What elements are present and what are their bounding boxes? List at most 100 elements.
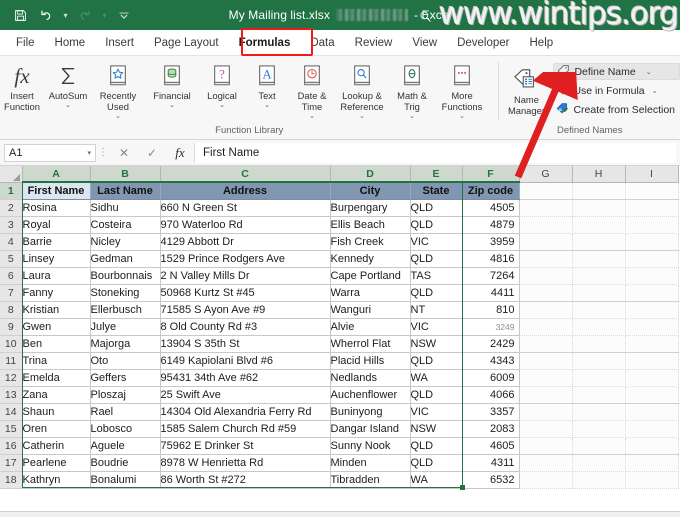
row-header-9[interactable]: 9 [0,318,23,336]
cell-e13[interactable]: QLD [410,386,463,404]
chevron-down-icon[interactable]: ⌄ [359,112,365,120]
cell-e5[interactable]: QLD [410,250,463,268]
cell-h18[interactable] [572,471,626,489]
cell-b7[interactable]: Stoneking [90,284,161,302]
cell-h14[interactable] [572,403,626,421]
name-box[interactable]: A1 ▾ [4,143,96,162]
cell-i1[interactable] [625,182,679,200]
formula-input[interactable]: First Name [194,142,676,163]
cell-f12[interactable]: 6009 [462,369,520,387]
cell-f18[interactable]: 6532 [462,471,520,489]
cell-g14[interactable] [519,403,573,421]
cell-i5[interactable] [625,250,679,268]
row-header-18[interactable]: 18 [0,471,23,489]
cell-d15[interactable]: Dangar Island [330,420,411,438]
cell-d16[interactable]: Sunny Nook [330,437,411,455]
chevron-down-icon[interactable]: ⌄ [652,87,658,95]
tab-view[interactable]: View [402,30,447,55]
cell-g2[interactable] [519,199,573,217]
chevron-down-icon[interactable]: ⌄ [409,112,415,120]
row-header-1[interactable]: 1 [0,182,23,200]
row-header-17[interactable]: 17 [0,454,23,472]
cell-h17[interactable] [572,454,626,472]
tab-insert[interactable]: Insert [95,30,144,55]
cell-e6[interactable]: TAS [410,267,463,285]
cell-i6[interactable] [625,267,679,285]
recently-used-button[interactable]: Recently Used ⌄ [91,60,145,120]
cell-e16[interactable]: QLD [410,437,463,455]
cell-d18[interactable]: Tibradden [330,471,411,489]
cell-c3[interactable]: 970 Waterloo Rd [160,216,331,234]
row-header-5[interactable]: 5 [0,250,23,268]
use-in-formula-button[interactable]: fx Use in Formula ⌄ [553,82,680,99]
autosum-button[interactable]: AutoSum ⌄ [45,60,91,109]
cell-f5[interactable]: 4816 [462,250,520,268]
cell-e8[interactable]: NT [410,301,463,319]
insert-function-icon[interactable]: fx [166,143,194,163]
cell-d7[interactable]: Warra [330,284,411,302]
cell-a15[interactable]: Oren [22,420,91,438]
chevron-down-icon[interactable]: ⌄ [264,101,270,109]
row-header-4[interactable]: 4 [0,233,23,251]
row-header-6[interactable]: 6 [0,267,23,285]
cell-e11[interactable]: QLD [410,352,463,370]
column-header-a[interactable]: A [22,166,91,183]
cell-f4[interactable]: 3959 [462,233,520,251]
row-header-7[interactable]: 7 [0,284,23,302]
cell-g10[interactable] [519,335,573,353]
cell-f17[interactable]: 4311 [462,454,520,472]
cell-g1[interactable] [519,182,573,200]
cell-e14[interactable]: VIC [410,403,463,421]
cell-b13[interactable]: Ploszaj [90,386,161,404]
row-header-12[interactable]: 12 [0,369,23,387]
cell-g7[interactable] [519,284,573,302]
row-header-8[interactable]: 8 [0,301,23,319]
math-trig-button[interactable]: Math & Trig ⌄ [389,60,435,120]
tab-developer[interactable]: Developer [447,30,519,55]
cell-g4[interactable] [519,233,573,251]
cell-d14[interactable]: Buninyong [330,403,411,421]
cell-i2[interactable] [625,199,679,217]
cell-c7[interactable]: 50968 Kurtz St #45 [160,284,331,302]
lookup-reference-button[interactable]: Lookup & Reference ⌄ [335,60,389,120]
cell-h10[interactable] [572,335,626,353]
cell-a17[interactable]: Pearlene [22,454,91,472]
cell-d1[interactable]: City [330,182,411,200]
cell-a2[interactable]: Rosina [22,199,91,217]
cell-d4[interactable]: Fish Creek [330,233,411,251]
cell-g8[interactable] [519,301,573,319]
cell-f1[interactable]: Zip code [462,182,520,200]
cell-a18[interactable]: Kathryn [22,471,91,489]
cell-d13[interactable]: Auchenflower [330,386,411,404]
row-header-2[interactable]: 2 [0,199,23,217]
cell-c13[interactable]: 25 Swift Ave [160,386,331,404]
cell-h4[interactable] [572,233,626,251]
cell-d5[interactable]: Kennedy [330,250,411,268]
cell-b12[interactable]: Geffers [90,369,161,387]
cell-e17[interactable]: QLD [410,454,463,472]
cell-a12[interactable]: Emelda [22,369,91,387]
cell-f6[interactable]: 7264 [462,267,520,285]
cell-a9[interactable]: Gwen [22,318,91,336]
column-header-f[interactable]: F [462,166,520,183]
cell-e12[interactable]: WA [410,369,463,387]
chevron-down-icon[interactable]: ⌄ [65,101,71,109]
cell-h6[interactable] [572,267,626,285]
cell-f13[interactable]: 4066 [462,386,520,404]
cell-c2[interactable]: 660 N Green St [160,199,331,217]
column-header-g[interactable]: G [519,166,573,183]
tab-page-layout[interactable]: Page Layout [144,30,229,55]
column-header-h[interactable]: H [572,166,626,183]
tab-file[interactable]: File [6,30,45,55]
cell-g11[interactable] [519,352,573,370]
customize-qat-icon[interactable] [112,4,136,26]
cell-c14[interactable]: 14304 Old Alexandria Ferry Rd [160,403,331,421]
logical-button[interactable]: ? Logical ⌄ [199,60,245,109]
row-header-10[interactable]: 10 [0,335,23,353]
cell-c10[interactable]: 13904 S 35th St [160,335,331,353]
cell-b3[interactable]: Costeira [90,216,161,234]
cell-i8[interactable] [625,301,679,319]
row-header-14[interactable]: 14 [0,403,23,421]
cell-g13[interactable] [519,386,573,404]
undo-icon[interactable] [34,4,58,26]
